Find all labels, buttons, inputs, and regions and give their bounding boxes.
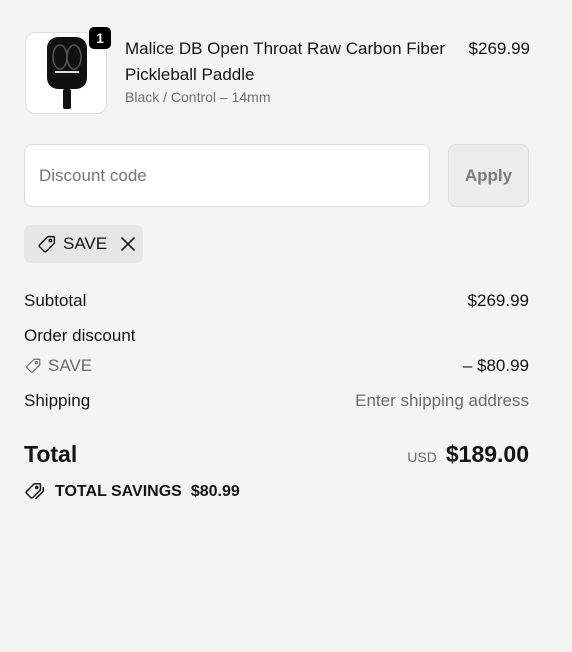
discount-code-label: SAVE	[48, 356, 93, 375]
shipping-value: Enter shipping address	[355, 391, 529, 410]
applied-discount-chip: SAVE	[24, 225, 143, 263]
subtotal-label: Subtotal	[24, 291, 87, 310]
applied-discount-code: SAVE	[63, 234, 108, 253]
quantity-badge: 1	[87, 25, 113, 51]
paddle-image	[47, 37, 87, 109]
savings-label: TOTAL SAVINGS	[55, 483, 182, 500]
order-discount-row: Order discount	[24, 326, 529, 350]
close-icon[interactable]	[120, 236, 136, 252]
total-row: Total USD $189.00	[24, 441, 529, 473]
tag-icon	[36, 234, 57, 255]
apply-button[interactable]: Apply	[448, 144, 529, 207]
discount-code-input[interactable]	[24, 144, 430, 207]
discount-value: – $80.99	[462, 356, 529, 375]
subtotal-row: Subtotal $269.99	[24, 291, 529, 315]
double-tag-icon	[24, 482, 47, 502]
currency-code: USD	[407, 449, 437, 465]
discount-code-line: SAVE	[24, 356, 92, 376]
tag-icon	[24, 357, 42, 375]
subtotal-value: $269.99	[467, 291, 529, 310]
product-variant: Black / Control – 14mm	[125, 89, 271, 105]
total-value: $189.00	[445, 441, 529, 467]
total-amount-group: USD $189.00	[407, 441, 529, 468]
total-savings: TOTAL SAVINGS $80.99	[24, 482, 240, 502]
total-label: Total	[24, 441, 78, 467]
shipping-row: Shipping Enter shipping address	[24, 391, 529, 415]
product-name: Malice DB Open Throat Raw Carbon Fiber P…	[125, 39, 445, 84]
shipping-label: Shipping	[24, 391, 91, 410]
product-price: $269.99	[468, 39, 530, 58]
line-item: 1 Malice DB Open Throat Raw Carbon Fiber…	[24, 25, 530, 115]
order-discount-label: Order discount	[24, 326, 136, 345]
discount-code-row: SAVE – $80.99	[24, 356, 529, 380]
savings-value: $80.99	[190, 483, 240, 500]
